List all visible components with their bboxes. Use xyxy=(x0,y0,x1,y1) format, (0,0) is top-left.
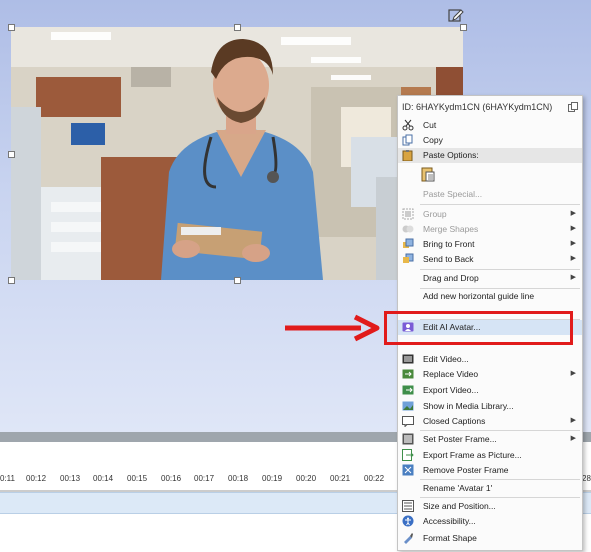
accessibility-icon xyxy=(402,515,414,527)
menu-item-add-horizontal-guide[interactable]: Add new horizontal guide line xyxy=(398,289,582,304)
timeline-tick: 00:12 xyxy=(26,474,47,483)
menu-item-export-frame-as-picture[interactable]: Export Frame as Picture... xyxy=(398,448,582,463)
menu-item-copy[interactable]: Copy xyxy=(398,133,582,148)
submenu-arrow-icon: ▶ xyxy=(570,274,576,281)
submenu-arrow-icon: ▶ xyxy=(570,225,576,232)
menu-item-rename[interactable]: Rename 'Avatar 1' xyxy=(398,481,582,496)
resize-handle-bottom[interactable] xyxy=(234,277,241,284)
menu-separator xyxy=(420,430,580,431)
timeline-tick: 00:19 xyxy=(262,474,283,483)
hospital-doctor-image xyxy=(11,27,463,280)
menu-item-format-shape[interactable]: Format Shape xyxy=(398,531,582,546)
highlight-box xyxy=(384,311,573,345)
submenu-arrow-icon: ▶ xyxy=(570,210,576,217)
bring-to-front-icon xyxy=(403,238,414,248)
resize-handle-top-right[interactable] xyxy=(460,24,467,31)
timeline-tick: 00:20 xyxy=(296,474,317,483)
timeline-tick: 28 xyxy=(582,474,591,483)
menu-item-accessibility[interactable]: Accessibility... xyxy=(398,514,582,529)
scissors-icon xyxy=(402,119,414,131)
timeline-tick: 00:14 xyxy=(93,474,114,483)
timeline-tick: 00:18 xyxy=(228,474,249,483)
menu-item-group[interactable]: Group ▶ xyxy=(398,207,582,222)
menu-item-replace-video[interactable]: Replace Video ▶ xyxy=(398,367,582,382)
edit-icon[interactable] xyxy=(448,7,464,23)
resize-handle-top[interactable] xyxy=(234,24,241,31)
red-arrow-icon xyxy=(285,314,380,342)
menu-item-merge-shapes[interactable]: Merge Shapes ▶ xyxy=(398,222,582,237)
paste-icon xyxy=(402,150,413,161)
menu-item-size-and-position[interactable]: Size and Position... xyxy=(398,499,582,514)
menu-item-export-video[interactable]: Export Video... xyxy=(398,383,582,398)
submenu-arrow-icon: ▶ xyxy=(570,370,576,377)
copy-id-icon[interactable] xyxy=(568,102,578,112)
merge-shapes-icon xyxy=(402,225,414,233)
menu-item-remove-poster-frame[interactable]: Remove Poster Frame xyxy=(398,463,582,478)
resize-handle-bottom-left[interactable] xyxy=(8,277,15,284)
paste-keep-formatting-icon[interactable] xyxy=(421,166,435,182)
resize-handle-left[interactable] xyxy=(8,151,15,158)
timeline-tick: 00:16 xyxy=(161,474,182,483)
submenu-arrow-icon: ▶ xyxy=(570,240,576,247)
resize-handle-top-left[interactable] xyxy=(8,24,15,31)
avatar-video-frame[interactable] xyxy=(11,27,463,280)
menu-header: ID: 6HAYKydm1CN (6HAYKydm1CN) xyxy=(398,96,582,118)
menu-separator xyxy=(420,479,580,480)
media-library-icon xyxy=(402,401,414,411)
menu-item-bring-to-front[interactable]: Bring to Front ▶ xyxy=(398,237,582,252)
menu-item-show-in-media-library[interactable]: Show in Media Library... xyxy=(398,399,582,414)
timeline-tick: 00:22 xyxy=(364,474,385,483)
object-id-label: ID: 6HAYKydm1CN (6HAYKydm1CN) xyxy=(402,102,553,112)
timeline-tick: 00:15 xyxy=(127,474,148,483)
menu-separator xyxy=(420,269,580,270)
size-position-icon xyxy=(402,500,414,512)
closed-captions-icon xyxy=(402,416,414,427)
submenu-arrow-icon: ▶ xyxy=(570,255,576,262)
menu-item-send-to-back[interactable]: Send to Back ▶ xyxy=(398,252,582,267)
timeline-tick: 00:13 xyxy=(60,474,81,483)
menu-separator xyxy=(420,497,580,498)
menu-item-closed-captions[interactable]: Closed Captions ▶ xyxy=(398,414,582,429)
submenu-arrow-icon: ▶ xyxy=(570,417,576,424)
remove-poster-icon xyxy=(402,464,414,476)
timeline-tick: 00:17 xyxy=(194,474,215,483)
menu-item-drag-and-drop[interactable]: Drag and Drop ▶ xyxy=(398,271,582,286)
edit-video-icon xyxy=(402,354,414,364)
submenu-arrow-icon: ▶ xyxy=(570,435,576,442)
menu-item-cut[interactable]: Cut xyxy=(398,118,582,133)
menu-separator xyxy=(420,204,580,205)
group-icon xyxy=(402,208,414,220)
format-shape-icon xyxy=(404,533,413,544)
copy-icon xyxy=(402,134,413,146)
menu-item-set-poster-frame[interactable]: Set Poster Frame... ▶ xyxy=(398,432,582,447)
poster-frame-icon xyxy=(402,433,414,445)
menu-item-paste-special[interactable]: Paste Special... xyxy=(398,187,582,202)
menu-item-paste-options: Paste Options: xyxy=(398,148,582,163)
export-video-icon xyxy=(402,385,414,395)
timeline-tick: 0:11 xyxy=(0,474,15,483)
export-frame-icon xyxy=(402,449,414,461)
timeline-tick: 00:21 xyxy=(330,474,351,483)
replace-video-icon xyxy=(402,369,414,379)
menu-item-edit-video[interactable]: Edit Video... xyxy=(398,352,582,367)
send-to-back-icon xyxy=(403,253,414,263)
